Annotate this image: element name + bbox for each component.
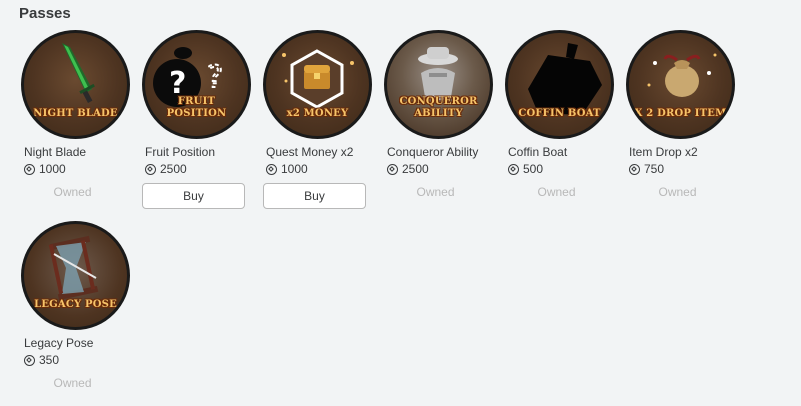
owned-status: Owned	[537, 185, 576, 199]
pass-name[interactable]: Quest Money x2	[266, 145, 372, 161]
art-caption: X 2 DROP ITEM	[634, 108, 727, 119]
pass-card-conqueror-ability[interactable]: CONQUEROR ABILITY Conqueror Ability 2500…	[384, 30, 493, 213]
pass-thumbnail[interactable]: ? ? FRUIT POSITION	[142, 30, 251, 139]
pass-thumbnail[interactable]: CONQUEROR ABILITY	[384, 30, 493, 139]
robux-icon	[629, 163, 640, 175]
pass-name[interactable]: Legacy Pose	[24, 336, 130, 352]
robux-icon	[387, 163, 398, 175]
section-title: Passes	[19, 5, 71, 22]
sword-icon	[62, 43, 95, 104]
price: 2500	[160, 162, 187, 176]
pass-card-fruit-position[interactable]: ? ? FRUIT POSITION Fruit Position 2500 B…	[142, 30, 251, 213]
pass-thumbnail[interactable]: COFFIN BOAT	[505, 30, 614, 139]
art-caption: COFFIN BOAT	[518, 108, 601, 119]
price-row: 2500	[145, 161, 251, 177]
pass-card-legacy-pose[interactable]: LEGACY POSE Legacy Pose 350 Owned	[21, 221, 130, 404]
pass-card-item-drop-x2[interactable]: X 2 DROP ITEM Item Drop x2 750 Owned	[626, 30, 735, 213]
pass-thumbnail[interactable]: X 2 DROP ITEM	[626, 30, 735, 139]
svg-text:?: ?	[207, 60, 223, 95]
price: 750	[644, 162, 665, 176]
owned-status: Owned	[53, 376, 92, 390]
owned-status: Owned	[658, 185, 697, 199]
price: 1000	[281, 162, 308, 176]
pass-card-night-blade[interactable]: NIGHT BLADE Night Blade 1000 Owned	[21, 30, 130, 213]
art-caption: x2 MONEY	[286, 108, 349, 119]
price: 1000	[39, 162, 66, 176]
robux-icon	[508, 163, 519, 175]
buy-button[interactable]: Buy	[142, 183, 245, 209]
price-row: 1000	[266, 161, 372, 177]
pass-name[interactable]: Night Blade	[24, 145, 130, 161]
price-row: 1000	[24, 161, 130, 177]
art-caption: NIGHT BLADE	[33, 108, 118, 119]
pass-thumbnail[interactable]: LEGACY POSE	[21, 221, 130, 330]
pass-thumbnail[interactable]: x2 MONEY	[263, 30, 372, 139]
hat-figure-icon	[418, 47, 458, 100]
robux-icon	[24, 354, 35, 366]
treasure-chest-icon	[282, 49, 354, 109]
robux-icon	[24, 163, 35, 175]
pass-name[interactable]: Item Drop x2	[629, 145, 735, 161]
price-row: 500	[508, 161, 614, 177]
price: 350	[39, 353, 60, 367]
hourglass-icon	[48, 235, 99, 301]
art-caption: FRUIT POSITION	[166, 96, 227, 119]
price-row: 350	[24, 352, 130, 368]
art-caption: LEGACY POSE	[34, 299, 117, 310]
owned-status: Owned	[53, 185, 92, 199]
price: 2500	[402, 162, 429, 176]
pass-name[interactable]: Coffin Boat	[508, 145, 614, 161]
coffin-boat-icon	[528, 43, 602, 115]
pass-card-quest-money-x2[interactable]: x2 MONEY Quest Money x2 1000 Buy	[263, 30, 372, 213]
robux-icon	[266, 163, 277, 175]
loot-bag-icon	[647, 53, 717, 97]
pass-name[interactable]: Fruit Position	[145, 145, 251, 161]
passes-grid: NIGHT BLADE Night Blade 1000 Owned ? ? F…	[21, 30, 791, 404]
buy-button[interactable]: Buy	[263, 183, 366, 209]
pass-thumbnail[interactable]: NIGHT BLADE	[21, 30, 130, 139]
price-row: 750	[629, 161, 735, 177]
owned-status: Owned	[416, 185, 455, 199]
question-fruit-icon: ? ?	[153, 47, 224, 107]
robux-icon	[145, 163, 156, 175]
pass-name[interactable]: Conqueror Ability	[387, 145, 493, 161]
price: 500	[523, 162, 544, 176]
art-caption: CONQUEROR ABILITY	[399, 96, 478, 119]
pass-card-coffin-boat[interactable]: COFFIN BOAT Coffin Boat 500 Owned	[505, 30, 614, 213]
price-row: 2500	[387, 161, 493, 177]
